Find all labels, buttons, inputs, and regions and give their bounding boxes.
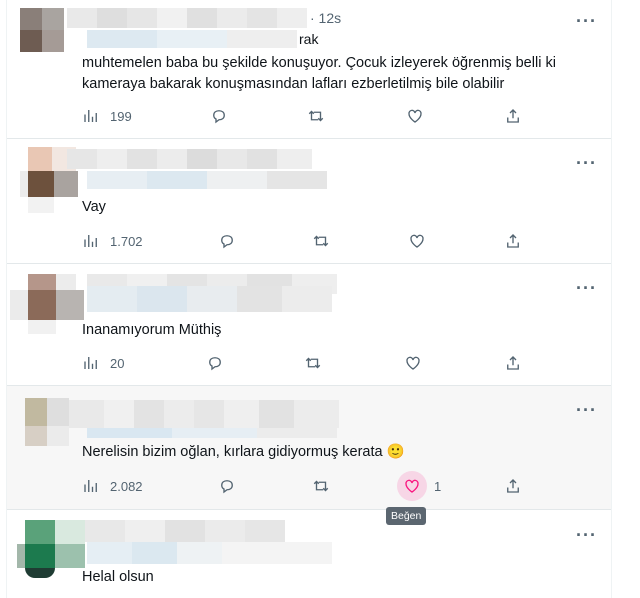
views-icon <box>84 480 97 492</box>
more-icon[interactable]: ··· <box>576 154 597 172</box>
views-icon <box>84 235 97 247</box>
display-name[interactable] <box>67 8 307 28</box>
views-button[interactable]: 199 <box>82 107 132 125</box>
tweet-text: Nerelisin bizim oğlan, kırlara gidiyormu… <box>82 444 405 460</box>
avatar[interactable] <box>20 8 64 52</box>
views-button[interactable]: 1.702 <box>82 232 143 250</box>
more-icon[interactable]: ··· <box>576 279 597 297</box>
tweet-actions: 1.702 <box>82 232 522 252</box>
username[interactable] <box>87 542 332 564</box>
reply-icon <box>221 480 233 494</box>
tweet-4[interactable]: ··· Nerelisin bizim oğlan, kırlara gidiy… <box>7 386 611 525</box>
views-button[interactable]: 2.082 <box>82 477 143 495</box>
reply-button[interactable] <box>218 232 236 250</box>
like-button[interactable] <box>408 232 426 250</box>
share-icon <box>507 479 519 493</box>
tweet-text: Inanamıyorum Müthiş <box>82 322 222 338</box>
retweet-button[interactable] <box>307 107 325 125</box>
share-button[interactable] <box>504 477 522 495</box>
reply-icon <box>209 357 221 371</box>
retweet-icon <box>308 110 324 122</box>
retweet-button[interactable] <box>312 232 330 250</box>
display-name[interactable] <box>85 520 285 542</box>
like-count: 1 <box>434 479 442 494</box>
like-button[interactable] <box>397 471 427 501</box>
display-name[interactable] <box>69 400 339 428</box>
share-icon <box>507 356 519 370</box>
username[interactable] <box>87 171 327 189</box>
tweet-actions: 2.082 1 <box>82 471 522 501</box>
more-icon[interactable]: ··· <box>576 401 597 419</box>
retweet-icon <box>313 235 329 247</box>
views-icon <box>84 110 97 122</box>
tweet-1[interactable]: · 12s rak ··· muhtemelen baba bu şekilde… <box>7 0 611 139</box>
views-count: 199 <box>110 108 132 124</box>
username[interactable] <box>87 428 337 438</box>
like-button[interactable] <box>404 354 422 372</box>
retweet-icon <box>305 357 321 369</box>
share-button[interactable] <box>504 107 522 125</box>
retweet-icon <box>313 480 329 492</box>
reply-icon <box>221 235 233 249</box>
reply-button[interactable] <box>218 477 236 495</box>
tweet-3[interactable]: ··· Inanamıyorum Müthiş 20 <box>7 264 611 386</box>
reply-button[interactable] <box>210 107 228 125</box>
username[interactable] <box>87 286 332 312</box>
views-count: 20 <box>110 355 125 371</box>
username[interactable] <box>87 30 297 48</box>
share-icon <box>507 234 519 248</box>
more-icon[interactable]: ··· <box>576 12 597 30</box>
avatar[interactable] <box>17 520 85 582</box>
views-count: 1.702 <box>110 233 143 249</box>
reply-icon <box>213 110 225 124</box>
more-icon[interactable]: ··· <box>576 526 597 544</box>
reply-button[interactable] <box>206 354 224 372</box>
share-button[interactable] <box>504 354 522 372</box>
heart-icon <box>405 479 419 493</box>
tweet-2[interactable]: ··· Vay 1.702 <box>7 139 611 264</box>
views-icon <box>84 357 97 369</box>
partial-text: rak <box>299 31 319 47</box>
share-button[interactable] <box>504 232 522 250</box>
avatar[interactable] <box>10 274 86 334</box>
share-icon <box>507 109 519 123</box>
tweet-text: muhtemelen baba bu şekilde konuşuyor. Ço… <box>82 55 556 92</box>
display-name[interactable] <box>67 149 312 169</box>
tweet-text: Helal olsun <box>82 569 154 585</box>
heart-icon <box>406 356 420 370</box>
views-count: 2.082 <box>110 478 143 494</box>
retweet-button[interactable] <box>304 354 322 372</box>
avatar[interactable] <box>25 398 69 446</box>
heart-icon <box>408 109 422 123</box>
like-button[interactable] <box>406 107 424 125</box>
timestamp[interactable]: · 12s <box>310 10 341 26</box>
retweet-button[interactable] <box>312 477 330 495</box>
tweet-5[interactable]: ··· Helal olsun <box>7 510 611 598</box>
heart-icon <box>410 234 424 248</box>
tweet-actions: 199 <box>82 107 522 127</box>
tweet-actions: 20 <box>82 354 522 374</box>
views-button[interactable]: 20 <box>82 354 124 372</box>
tweet-text: Vay <box>82 199 106 215</box>
